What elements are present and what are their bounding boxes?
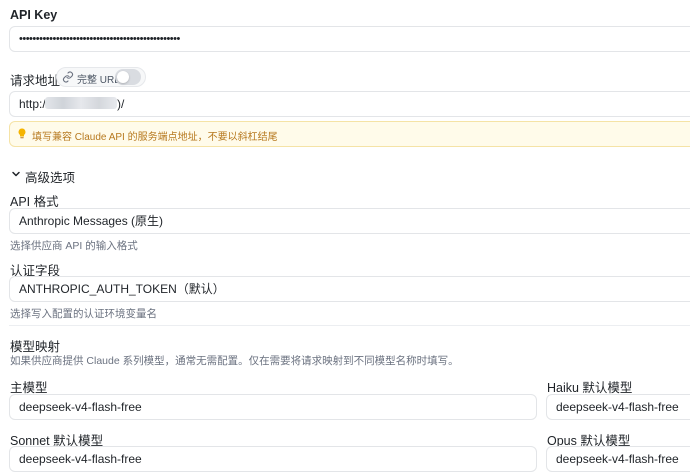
- endpoint-hint-text: 填写兼容 Claude API 的服务端点地址，不要以斜杠结尾: [32, 132, 278, 143]
- auth-field-select[interactable]: ANTHROPIC_AUTH_TOKEN（默认）: [9, 276, 690, 302]
- auth-field-help: 选择写入配置的认证环境变量名: [10, 308, 157, 320]
- api-key-input[interactable]: ••••••••••••••••••••••••••••••••••••••••…: [9, 26, 690, 52]
- link-icon: [62, 71, 74, 83]
- endpoint-label: 请求地址: [10, 74, 61, 88]
- opus-model-input[interactable]: deepseek-v4-flash-free: [546, 446, 690, 472]
- switch-knob: [117, 71, 129, 83]
- advanced-options-toggle[interactable]: 高级选项: [25, 167, 75, 186]
- sonnet-model-input[interactable]: deepseek-v4-flash-free: [9, 446, 537, 472]
- model-mapping-help: 如果供应商提供 Claude 系列模型，通常无需配置。仅在需要将请求映射到不同模…: [10, 355, 459, 367]
- endpoint-suffix: )/: [117, 97, 125, 111]
- main-model-input[interactable]: deepseek-v4-flash-free: [9, 394, 537, 420]
- lightbulb-icon: [18, 128, 26, 139]
- full-url-label: 完整 URL: [77, 75, 120, 86]
- full-url-switch[interactable]: [115, 69, 141, 85]
- chevron-down-icon[interactable]: [11, 169, 21, 179]
- section-divider: [9, 325, 690, 326]
- redacted-host: [45, 97, 117, 109]
- api-format-help: 选择供应商 API 的输入格式: [10, 240, 138, 252]
- api-format-select[interactable]: Anthropic Messages (原生): [9, 208, 690, 234]
- haiku-model-input[interactable]: deepseek-v4-flash-free: [546, 394, 690, 420]
- api-key-label: API Key: [10, 8, 58, 22]
